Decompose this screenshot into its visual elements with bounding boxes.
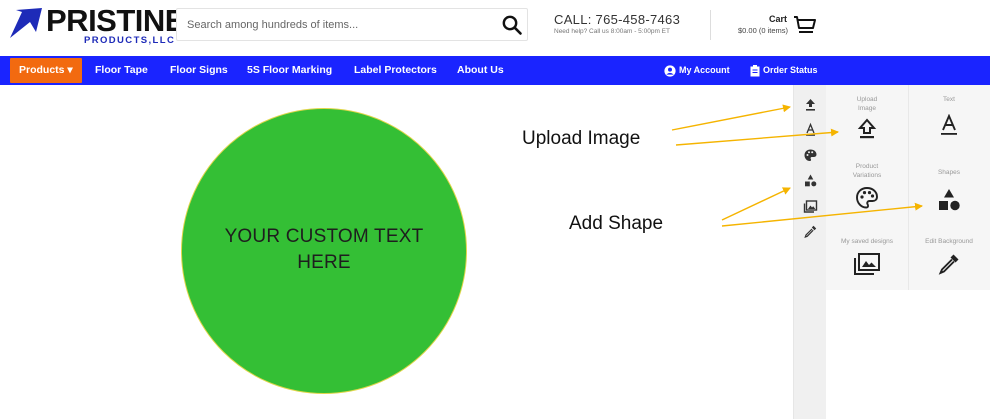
tool-panel: Upload Image Text Product Variations Sha…	[826, 85, 990, 290]
nav-item-label-protectors[interactable]: Label Protectors	[354, 56, 437, 85]
my-account-label: My Account	[679, 65, 730, 75]
custom-text-line-2: HERE	[297, 252, 351, 273]
design-canvas[interactable]: YOUR CUSTOM TEXT HERE	[0, 85, 793, 419]
palette-icon	[856, 187, 878, 209]
logo-wordmark: PRISTINE	[46, 3, 185, 38]
gallery-icon[interactable]	[803, 199, 818, 214]
logo[interactable]: PRISTINE PRODUCTS,LLC	[8, 4, 185, 48]
upload-icon[interactable]	[803, 97, 818, 112]
tool-variations-label-1: Product	[855, 163, 879, 170]
search-bar	[176, 8, 528, 41]
gallery-icon	[854, 253, 880, 275]
tool-saved-label: My saved designs	[840, 238, 894, 245]
cart-button[interactable]: Cart $0.00 (0 items)	[730, 10, 830, 44]
text-icon	[941, 114, 957, 135]
tool-upload-label-2: Image	[857, 105, 877, 112]
logo-subtitle: PRODUCTS,LLC	[84, 35, 176, 46]
search-icon[interactable]	[501, 14, 523, 36]
search-input[interactable]	[177, 9, 497, 40]
tool-text[interactable]: Text	[908, 95, 990, 136]
tool-upload-image[interactable]: Upload Image	[826, 95, 908, 140]
text-icon[interactable]	[803, 122, 818, 137]
nav-item-floor-tape[interactable]: Floor Tape	[95, 56, 148, 85]
contact-info: CALL: 765-458-7463 Need help? Call us 8:…	[554, 12, 680, 35]
header-divider	[710, 10, 711, 40]
support-hours: Need help? Call us 8:00am - 5:00pm ET	[554, 28, 670, 35]
tool-text-label: Text	[943, 96, 955, 103]
cart-label: Cart	[768, 14, 787, 24]
tool-variations-label-2: Variations	[852, 172, 882, 179]
tool-background-label: Edit Background	[925, 238, 973, 245]
annotation-add-shape: Add Shape	[569, 213, 664, 234]
shapes-icon[interactable]	[803, 173, 818, 188]
annotation-upload-image: Upload Image	[522, 128, 641, 149]
tool-product-variations[interactable]: Product Variations	[826, 162, 908, 210]
tool-strip	[793, 85, 826, 419]
nav-item-5s-floor-marking[interactable]: 5S Floor Marking	[247, 56, 332, 85]
clipboard-icon	[750, 64, 760, 77]
nav-products-dropdown[interactable]: Products ▾	[10, 58, 82, 83]
order-status-label: Order Status	[763, 65, 818, 75]
tool-shapes-label: Shapes	[937, 169, 961, 176]
eyedropper-icon	[938, 254, 959, 275]
palette-icon[interactable]	[803, 148, 818, 163]
tool-upload-label-1: Upload	[856, 96, 878, 103]
cart-summary: $0.00 (0 items)	[737, 26, 788, 35]
upload-icon	[857, 118, 877, 139]
eyedropper-icon[interactable]	[803, 224, 818, 239]
user-icon	[664, 65, 676, 77]
design-circle-shape[interactable]: YOUR CUSTOM TEXT HERE	[181, 108, 467, 394]
shapes-icon	[939, 189, 960, 211]
nav-item-floor-signs[interactable]: Floor Signs	[170, 56, 228, 85]
custom-text-line-1: YOUR CUSTOM TEXT	[224, 226, 424, 247]
tool-shapes[interactable]: Shapes	[908, 168, 990, 213]
custom-text[interactable]: YOUR CUSTOM TEXT HERE	[182, 224, 466, 276]
phone-number[interactable]: CALL: 765-458-7463	[554, 12, 680, 27]
cart-icon	[794, 16, 816, 33]
tool-edit-background[interactable]: Edit Background	[908, 237, 990, 276]
tool-my-saved-designs[interactable]: My saved designs	[826, 237, 908, 276]
nav-order-status[interactable]: Order Status	[750, 56, 818, 85]
main-nav: Products ▾ Floor Tape Floor Signs 5S Flo…	[0, 56, 990, 85]
site-header: PRISTINE PRODUCTS,LLC CALL: 765-458-7463…	[0, 0, 990, 55]
nav-item-about-us[interactable]: About Us	[457, 56, 504, 85]
logo-arrow-icon	[10, 8, 42, 38]
nav-my-account[interactable]: My Account	[664, 56, 730, 85]
